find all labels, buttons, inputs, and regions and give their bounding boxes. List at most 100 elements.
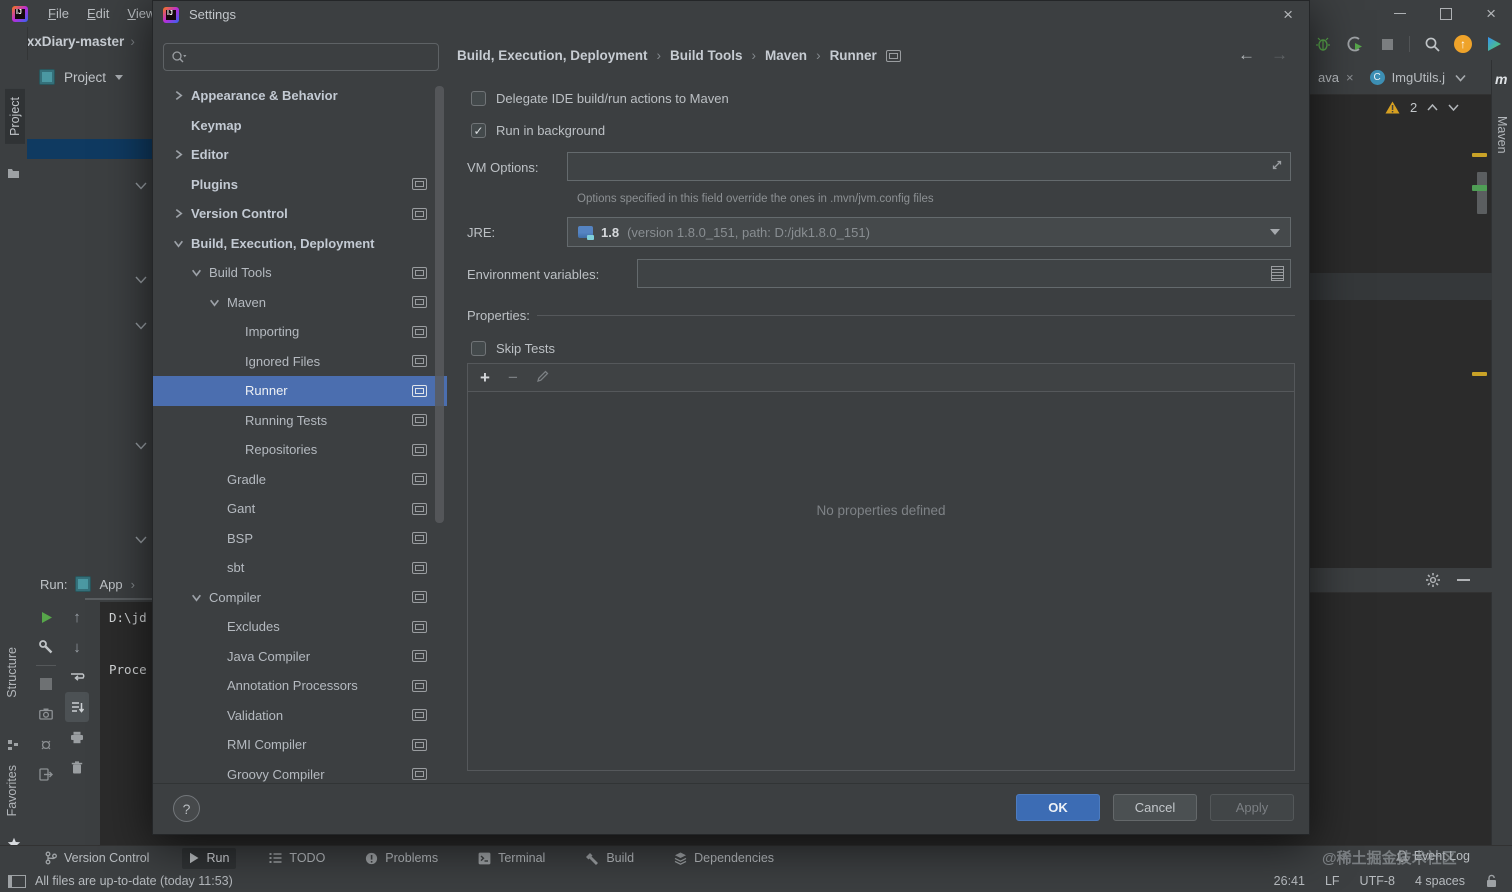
run-in-background-checkbox-row[interactable]: Run in background [471, 123, 605, 138]
settings-tree-item-annotation-processors[interactable]: Annotation Processors [153, 671, 447, 701]
settings-tree-item-ignored-files[interactable]: Ignored Files [153, 347, 447, 377]
menu-edit[interactable]: Edit [87, 6, 109, 21]
chevron-down-icon[interactable] [191, 267, 209, 278]
attach-debugger-icon[interactable] [34, 729, 58, 759]
tree-collapse-chevron[interactable] [135, 532, 147, 547]
env-vars-field[interactable] [637, 259, 1291, 288]
settings-tree-item-gradle[interactable]: Gradle [153, 465, 447, 495]
unlock-icon[interactable] [1485, 874, 1498, 888]
settings-tree-item-compiler[interactable]: Compiler [153, 583, 447, 613]
toolwindow-switcher-icon[interactable] [8, 874, 26, 888]
chevron-down-icon[interactable] [173, 238, 191, 249]
stop-icon[interactable] [1377, 34, 1397, 54]
vm-options-input[interactable] [568, 159, 1271, 174]
print-icon[interactable] [65, 722, 89, 752]
add-property-icon[interactable]: + [480, 369, 490, 386]
combobox-arrow-icon[interactable] [1270, 229, 1280, 235]
toolwindow-button-terminal[interactable]: Terminal [471, 848, 552, 869]
tree-collapse-chevron[interactable] [135, 178, 147, 193]
update-notification-icon[interactable]: ↑ [1454, 35, 1472, 53]
env-vars-input[interactable] [638, 266, 1271, 281]
skip-tests-checkbox-row[interactable]: Skip Tests [471, 341, 555, 356]
settings-tree-item-sbt[interactable]: sbt [153, 553, 447, 583]
profiler-icon[interactable] [1345, 34, 1365, 54]
toolwindow-button-run[interactable]: Run [182, 847, 237, 869]
rerun-icon[interactable] [34, 602, 58, 632]
skip-tests-checkbox[interactable] [471, 341, 486, 356]
restore-icon[interactable] [1440, 4, 1456, 20]
toolwindow-button-version-control[interactable]: Version Control [38, 848, 156, 869]
tree-collapse-chevron[interactable] [135, 318, 147, 333]
event-log-button[interactable]: Event Log [1395, 849, 1470, 863]
settings-tree-item-excludes[interactable]: Excludes [153, 612, 447, 642]
chevron-down-icon[interactable] [191, 592, 209, 603]
stripe-tab-favorites[interactable]: Favorites [5, 765, 19, 816]
run-config-name[interactable]: App [99, 577, 122, 592]
project-breadcrumb[interactable]: WxxDiary-master › [14, 34, 135, 49]
breadcrumb-segment-build-tools[interactable]: Build Tools [670, 48, 743, 63]
soft-wrap-icon[interactable] [65, 662, 89, 692]
project-panel-header[interactable]: Project [27, 60, 152, 85]
settings-tree-item-repositories[interactable]: Repositories [153, 435, 447, 465]
tree-collapse-chevron[interactable] [135, 272, 147, 287]
settings-tree-item-maven[interactable]: Maven [153, 288, 447, 318]
hide-toolwindow-icon[interactable] [1457, 579, 1470, 581]
chevron-down-icon[interactable] [209, 297, 227, 308]
editor-tab-imgutils[interactable]: C ImgUtils.j [1362, 60, 1453, 94]
forward-arrow-icon[interactable]: → [1271, 45, 1288, 65]
project-tree-selected-row[interactable] [27, 139, 152, 159]
status-position[interactable]: 26:41 [1274, 874, 1305, 888]
settings-tree-item-version-control[interactable]: Version Control [153, 199, 447, 229]
exit-icon[interactable] [34, 759, 58, 789]
close-window-icon[interactable]: × [1486, 5, 1496, 22]
settings-tree-item-runner[interactable]: Runner [153, 376, 447, 406]
inspections-widget[interactable]: 2 [1385, 100, 1459, 115]
apply-button[interactable]: Apply [1210, 794, 1294, 821]
settings-search-input[interactable] [191, 48, 438, 66]
scrollbar-thumb[interactable] [1477, 172, 1487, 214]
status-line-separator[interactable]: LF [1325, 874, 1340, 888]
editor-tab-partial[interactable]: ava × [1310, 60, 1362, 94]
chevron-right-icon[interactable] [173, 149, 191, 160]
toolwindow-button-todo[interactable]: TODO [262, 848, 332, 869]
settings-close-icon[interactable]: × [1283, 5, 1293, 25]
delegate-build-checkbox-row[interactable]: Delegate IDE build/run actions to Maven [471, 91, 729, 106]
chevron-right-icon[interactable] [173, 208, 191, 219]
help-button[interactable]: ? [173, 795, 200, 822]
tree-collapse-chevron[interactable] [135, 438, 147, 453]
tabs-dropdown-chevron-icon[interactable] [1455, 70, 1466, 85]
settings-search-box[interactable] [163, 43, 439, 71]
stripe-tab-structure[interactable]: Structure [5, 647, 19, 698]
menu-file[interactable]: File [48, 6, 69, 21]
stripe-tab-project[interactable]: Project [5, 89, 25, 144]
toolwindow-button-problems[interactable]: Problems [358, 848, 445, 869]
gear-icon[interactable] [1425, 572, 1441, 588]
status-indent[interactable]: 4 spaces [1415, 874, 1465, 888]
settings-tree-item-groovy-compiler[interactable]: Groovy Compiler [153, 760, 447, 785]
cancel-button[interactable]: Cancel [1113, 794, 1197, 821]
settings-tree-item-validation[interactable]: Validation [153, 701, 447, 731]
project-view-dropdown-icon[interactable] [115, 74, 124, 80]
settings-tree-item-keymap[interactable]: Keymap [153, 111, 447, 141]
up-stack-trace-icon[interactable]: ↑ [65, 602, 89, 632]
expand-field-icon[interactable] [1271, 159, 1283, 174]
minimize-icon[interactable] [1394, 13, 1407, 14]
settings-tree-item-appearance-behavior[interactable]: Appearance & Behavior [153, 81, 447, 111]
debug-bug-icon[interactable] [1313, 34, 1333, 54]
edit-configuration-wrench-icon[interactable] [34, 632, 58, 662]
stop-process-icon[interactable] [34, 669, 58, 699]
settings-tree-item-build-execution-deployment[interactable]: Build, Execution, Deployment [153, 229, 447, 259]
breadcrumb-segment-build-execution-deployment[interactable]: Build, Execution, Deployment [457, 48, 648, 63]
settings-tree-item-importing[interactable]: Importing [153, 317, 447, 347]
toolwindow-button-dependencies[interactable]: Dependencies [667, 848, 781, 869]
delegate-build-checkbox[interactable] [471, 91, 486, 106]
settings-tree-item-plugins[interactable]: Plugins [153, 170, 447, 200]
status-encoding[interactable]: UTF-8 [1360, 874, 1395, 888]
dump-threads-camera-icon[interactable] [34, 699, 58, 729]
properties-table[interactable]: No properties defined [467, 391, 1295, 771]
settings-tree-item-bsp[interactable]: BSP [153, 524, 447, 554]
settings-tree-item-build-tools[interactable]: Build Tools [153, 258, 447, 288]
settings-tree-item-editor[interactable]: Editor [153, 140, 447, 170]
edit-property-icon[interactable] [536, 370, 549, 386]
settings-tree-scrollbar[interactable] [435, 86, 444, 523]
